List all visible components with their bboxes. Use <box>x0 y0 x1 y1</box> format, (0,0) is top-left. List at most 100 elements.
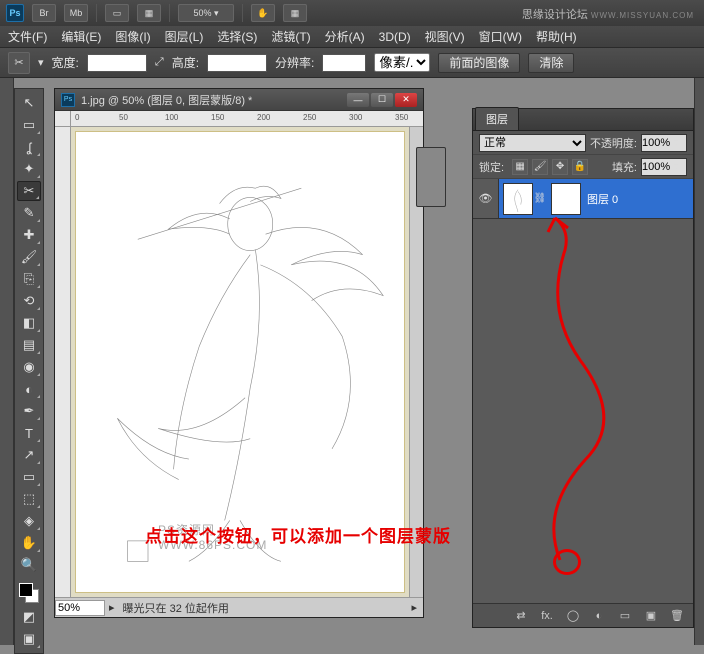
type-tool[interactable]: T <box>17 423 41 443</box>
hand-button[interactable]: ✋ <box>251 4 275 22</box>
menu-window[interactable]: 窗口(W) <box>479 28 522 45</box>
opacity-input[interactable] <box>642 137 674 149</box>
blend-mode-select[interactable]: 正常 <box>479 134 586 152</box>
menu-help[interactable]: 帮助(H) <box>536 28 577 45</box>
fx-icon[interactable]: fx. <box>539 608 555 624</box>
ruler-corner <box>55 111 71 127</box>
minibridge-button[interactable]: Mb <box>64 4 88 22</box>
new-group-icon[interactable]: ▭ <box>617 608 633 624</box>
3d-camera-tool[interactable]: ◈ <box>17 511 41 531</box>
toolbox: ↖ ▭ ʆ ✦ ✂ ✎ ✚ 🖌 ⎘ ⟲ ◧ ▤ ◉ ◐ ✒ T ↗ ▭ ⬚ ◈ … <box>14 88 44 654</box>
adjustment-layer-icon[interactable]: ◐ <box>591 608 607 624</box>
heal-tool[interactable]: ✚ <box>17 225 41 245</box>
delete-layer-icon[interactable]: 🗑 <box>669 608 685 624</box>
add-mask-icon[interactable]: ◯ <box>565 608 581 624</box>
brush-tool[interactable]: 🖌 <box>17 247 41 267</box>
annotation-circle <box>553 549 581 575</box>
mask-link-icon[interactable]: ⛓ <box>535 193 545 204</box>
move-tool[interactable]: ↖ <box>17 93 41 113</box>
lock-pixels-icon[interactable]: 🖌 <box>532 159 548 175</box>
layer-item-0[interactable]: 👁 ⛓ 图层 0 <box>473 179 693 219</box>
menu-layer[interactable]: 图层(L) <box>165 28 204 45</box>
width-input[interactable] <box>87 54 147 72</box>
bridge-button[interactable]: Br <box>32 4 56 22</box>
lock-position-icon[interactable]: ✥ <box>552 159 568 175</box>
shape-tool[interactable]: ▭ <box>17 467 41 487</box>
menu-3d[interactable]: 3D(D) <box>379 30 411 44</box>
quickmask-toggle[interactable]: ◩ <box>17 607 41 627</box>
marquee-tool[interactable]: ▭ <box>17 115 41 135</box>
maximize-button[interactable]: ☐ <box>371 93 393 107</box>
minimize-button[interactable]: — <box>347 93 369 107</box>
stamp-tool[interactable]: ⎘ <box>17 269 41 289</box>
layers-panel: 图层 正常 不透明度: ▾ 锁定: ▦ 🖌 ✥ 🔒 填充: ▾ 👁 <box>472 108 694 628</box>
height-label: 高度: <box>172 54 199 71</box>
wand-tool[interactable]: ✦ <box>17 159 41 179</box>
path-select-tool[interactable]: ↗ <box>17 445 41 465</box>
layers-panel-footer: ⇄ fx. ◯ ◐ ▭ ▣ 🗑 <box>473 603 693 627</box>
menu-select[interactable]: 选择(S) <box>217 28 257 45</box>
zoom-dropdown[interactable]: 50% ▾ <box>178 4 234 22</box>
new-layer-icon[interactable]: ▣ <box>643 608 659 624</box>
gradient-tool[interactable]: ▤ <box>17 335 41 355</box>
menu-file[interactable]: 文件(F) <box>8 28 47 45</box>
blend-opacity-row: 正常 不透明度: ▾ <box>473 131 693 155</box>
current-tool-crop-icon[interactable]: ✂ <box>8 52 30 74</box>
history-brush-tool[interactable]: ⟲ <box>17 291 41 311</box>
layer-mask-thumbnail[interactable] <box>551 183 581 215</box>
width-label: 宽度: <box>52 54 79 71</box>
layer-list[interactable]: 👁 ⛓ 图层 0 <box>473 179 693 603</box>
status-text: 曝光只在 32 位起作用 <box>123 600 229 616</box>
ruler-horizontal[interactable]: 0 50 100 150 200 250 300 350 <box>71 111 423 127</box>
eyedropper-tool[interactable]: ✎ <box>17 203 41 223</box>
clear-button[interactable]: 清除 <box>528 53 574 73</box>
fill-input[interactable] <box>642 161 674 173</box>
menu-image[interactable]: 图像(I) <box>115 28 150 45</box>
3d-tool[interactable]: ⬚ <box>17 489 41 509</box>
lock-label: 锁定: <box>479 159 504 175</box>
document-title-text: 1.jpg @ 50% (图层 0, 图层蒙版/8) * <box>81 92 341 108</box>
zoom-level-input[interactable] <box>55 600 105 616</box>
workspace: ↖ ▭ ʆ ✦ ✂ ✎ ✚ 🖌 ⎘ ⟲ ◧ ▤ ◉ ◐ ✒ T ↗ ▭ ⬚ ◈ … <box>0 78 704 645</box>
blur-tool[interactable]: ◉ <box>17 357 41 377</box>
layers-tab[interactable]: 图层 <box>475 107 519 130</box>
eraser-tool[interactable]: ◧ <box>17 313 41 333</box>
resolution-label: 分辨率: <box>275 54 314 71</box>
layer-thumbnail[interactable] <box>503 183 533 215</box>
ps-logo: Ps <box>6 4 24 22</box>
dodge-tool[interactable]: ◐ <box>17 379 41 399</box>
main-menubar: 文件(F) 编辑(E) 图像(I) 图层(L) 选择(S) 滤镜(T) 分析(A… <box>0 26 704 48</box>
link-icon: ▾ <box>38 56 44 69</box>
zoom-tool[interactable]: 🔍 <box>17 555 41 575</box>
screen-mode-button[interactable]: ▭ <box>105 4 129 22</box>
lock-fill-row: 锁定: ▦ 🖌 ✥ 🔒 填充: ▾ <box>473 155 693 179</box>
screenmode-toggle[interactable]: ▣ <box>17 629 41 649</box>
close-button[interactable]: ✕ <box>395 93 417 107</box>
pen-tool[interactable]: ✒ <box>17 401 41 421</box>
menu-view[interactable]: 视图(V) <box>425 28 465 45</box>
panel-tabs: 图层 <box>473 109 693 131</box>
lasso-tool[interactable]: ʆ <box>17 137 41 157</box>
site-watermark: 思缘设计论坛 WWW.MISSYUAN.COM <box>522 6 694 22</box>
height-input[interactable] <box>207 54 267 72</box>
arrange-button[interactable]: ▦ <box>283 4 307 22</box>
fill-label: 填充: <box>612 159 637 175</box>
ruler-vertical[interactable] <box>55 127 71 597</box>
visibility-toggle[interactable]: 👁 <box>473 179 499 218</box>
link-layers-icon[interactable]: ⇄ <box>513 608 529 624</box>
resolution-input[interactable] <box>322 54 366 72</box>
crop-tool[interactable]: ✂ <box>17 181 41 201</box>
menu-filter[interactable]: 滤镜(T) <box>271 28 310 45</box>
front-image-button[interactable]: 前面的图像 <box>438 53 520 73</box>
screen-mode2-button[interactable]: ▦ <box>137 4 161 22</box>
layer-name[interactable]: 图层 0 <box>587 191 618 207</box>
lock-transparent-icon[interactable]: ▦ <box>512 159 528 175</box>
color-swatches[interactable] <box>17 581 41 605</box>
lock-all-icon[interactable]: 🔒 <box>572 159 588 175</box>
menu-analysis[interactable]: 分析(A) <box>325 28 365 45</box>
menu-edit[interactable]: 编辑(E) <box>61 28 101 45</box>
document-titlebar[interactable]: Ps 1.jpg @ 50% (图层 0, 图层蒙版/8) * — ☐ ✕ <box>55 89 423 111</box>
hand-tool[interactable]: ✋ <box>17 533 41 553</box>
resolution-unit-select[interactable]: 像素/... <box>374 53 430 72</box>
swap-icon[interactable]: ⤢ <box>155 56 164 69</box>
